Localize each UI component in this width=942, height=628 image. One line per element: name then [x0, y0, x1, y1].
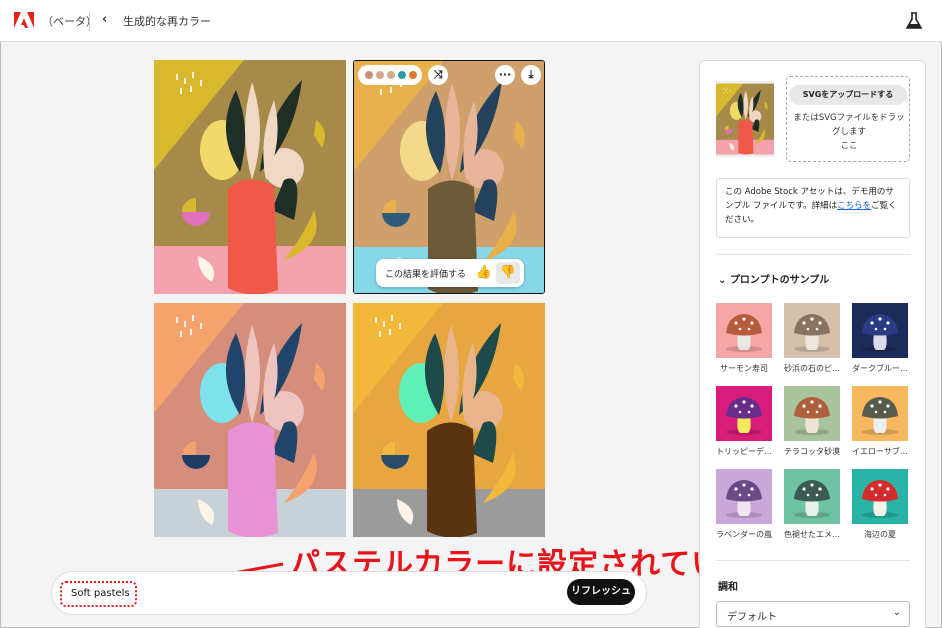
header-divider: [89, 11, 90, 31]
prompt-input[interactable]: Soft pastels: [71, 588, 130, 599]
svg-dropzone[interactable]: SVGをアップロードする またはSVGファイルをドラッグします ここ: [786, 76, 910, 162]
mushroom-image: [716, 386, 772, 441]
sample-prompt-card[interactable]: 砂浜の石のビ…: [784, 303, 840, 374]
chevron-left-icon[interactable]: ‹: [102, 12, 107, 27]
sample-prompt-label: ダークブルー…: [852, 364, 908, 373]
rate-result-label: この結果を評価する: [385, 270, 467, 280]
thumbs-down-icon[interactable]: 👎: [496, 262, 520, 284]
recolored-artwork-4: [353, 303, 545, 537]
mushroom-thumbnail: [784, 303, 840, 358]
sample-prompt-card[interactable]: 海辺の夏: [852, 469, 908, 540]
more-options-icon[interactable]: ···: [495, 65, 515, 85]
result-tile-1[interactable]: [154, 60, 346, 294]
thumbs-up-icon[interactable]: 👍: [473, 262, 495, 284]
mushroom-image: [852, 386, 908, 441]
upload-hint: またはSVGファイルをドラッグします ここ: [793, 113, 905, 151]
mushroom-thumbnail: [852, 303, 908, 358]
mushroom-image: [852, 469, 908, 524]
sample-prompt-card[interactable]: イエローサブ…: [852, 386, 908, 457]
harmony-label: 調和: [718, 582, 738, 593]
palette-swatches[interactable]: [358, 65, 422, 85]
recolored-artwork-1: [154, 60, 346, 294]
shuffle-icon[interactable]: ⤨: [428, 65, 448, 85]
result-tile-3[interactable]: [154, 303, 346, 537]
settings-panel: SVGをアップロードする またはSVGファイルをドラッグします ここ この Ado…: [699, 60, 926, 628]
mushroom-thumbnail: [716, 303, 772, 358]
reference-artwork: [716, 83, 774, 155]
mushroom-thumbnail: [716, 469, 772, 524]
mushroom-image: [716, 469, 772, 524]
color-swatch: [376, 71, 384, 79]
sample-prompt-card[interactable]: ラベンダーの嵐: [716, 469, 772, 540]
sample-prompt-label: テラコッタ砂漠: [784, 447, 840, 456]
samples-title: プロンプトのサンプル: [729, 275, 830, 286]
harmony-select[interactable]: デフォルト ⌄: [716, 601, 910, 627]
flask-icon[interactable]: [906, 12, 922, 30]
recolored-artwork-3: [154, 303, 346, 537]
mushroom-thumbnail: [784, 469, 840, 524]
rate-result-bar: この結果を評価する 👍 👎: [376, 259, 524, 287]
upload-svg-button[interactable]: SVGをアップロードする: [789, 85, 907, 105]
sample-prompt-label: サーモン寿司: [720, 364, 768, 373]
refresh-button[interactable]: リフレッシュ: [567, 579, 635, 605]
chevron-down-icon: ⌄: [718, 275, 727, 286]
sample-prompt-label: イエローサブ…: [852, 447, 908, 456]
result-tile-4[interactable]: [353, 303, 545, 537]
color-swatch: [398, 71, 406, 79]
mushroom-image: [716, 303, 772, 358]
mushroom-thumbnail: [716, 386, 772, 441]
mushroom-thumbnail: [852, 386, 908, 441]
color-swatch: [387, 71, 395, 79]
mushroom-image: [784, 386, 840, 441]
prompt-bar: [51, 571, 647, 615]
sample-prompt-card[interactable]: ダークブルー…: [852, 303, 908, 374]
chevron-down-icon: ⌄: [892, 607, 901, 618]
mushroom-image: [784, 303, 840, 358]
color-swatch: [409, 71, 417, 79]
sample-prompt-label: トリッピーデ…: [716, 447, 772, 456]
info-link[interactable]: こちらを: [837, 201, 871, 211]
top-bar: （ベータ） ‹ 生成的な再カラー: [0, 0, 942, 42]
adobe-logo-icon[interactable]: [14, 12, 34, 28]
stock-info-box: この Adobe Stock アセットは、デモ用のサンプル ファイルです。詳細は…: [716, 178, 910, 238]
divider: [716, 254, 910, 255]
color-swatch: [365, 71, 373, 79]
sample-prompt-card[interactable]: トリッピーデ…: [716, 386, 772, 457]
divider: [716, 560, 910, 561]
mushroom-thumbnail: [852, 469, 908, 524]
mushroom-thumbnail: [784, 386, 840, 441]
download-icon[interactable]: ⤓: [521, 65, 541, 85]
page-title: 生成的な再カラー: [123, 15, 211, 28]
mushroom-image: [852, 303, 908, 358]
samples-section-toggle[interactable]: ⌄ プロンプトのサンプル: [718, 271, 829, 286]
sample-prompt-card[interactable]: テラコッタ砂漠: [784, 386, 840, 457]
sample-prompt-card[interactable]: サーモン寿司: [716, 303, 772, 374]
sample-prompt-label: 砂浜の石のビ…: [784, 364, 840, 373]
sample-prompt-label: ラベンダーの嵐: [716, 530, 772, 539]
mushroom-image: [784, 469, 840, 524]
reference-artwork-thumbnail[interactable]: [716, 81, 774, 157]
sample-prompt-label: 色褪せたエメ…: [784, 530, 840, 539]
harmony-value: デフォルト: [727, 612, 777, 623]
sample-prompt-card[interactable]: 色褪せたエメ…: [784, 469, 840, 540]
sample-prompt-label: 海辺の夏: [864, 530, 896, 539]
